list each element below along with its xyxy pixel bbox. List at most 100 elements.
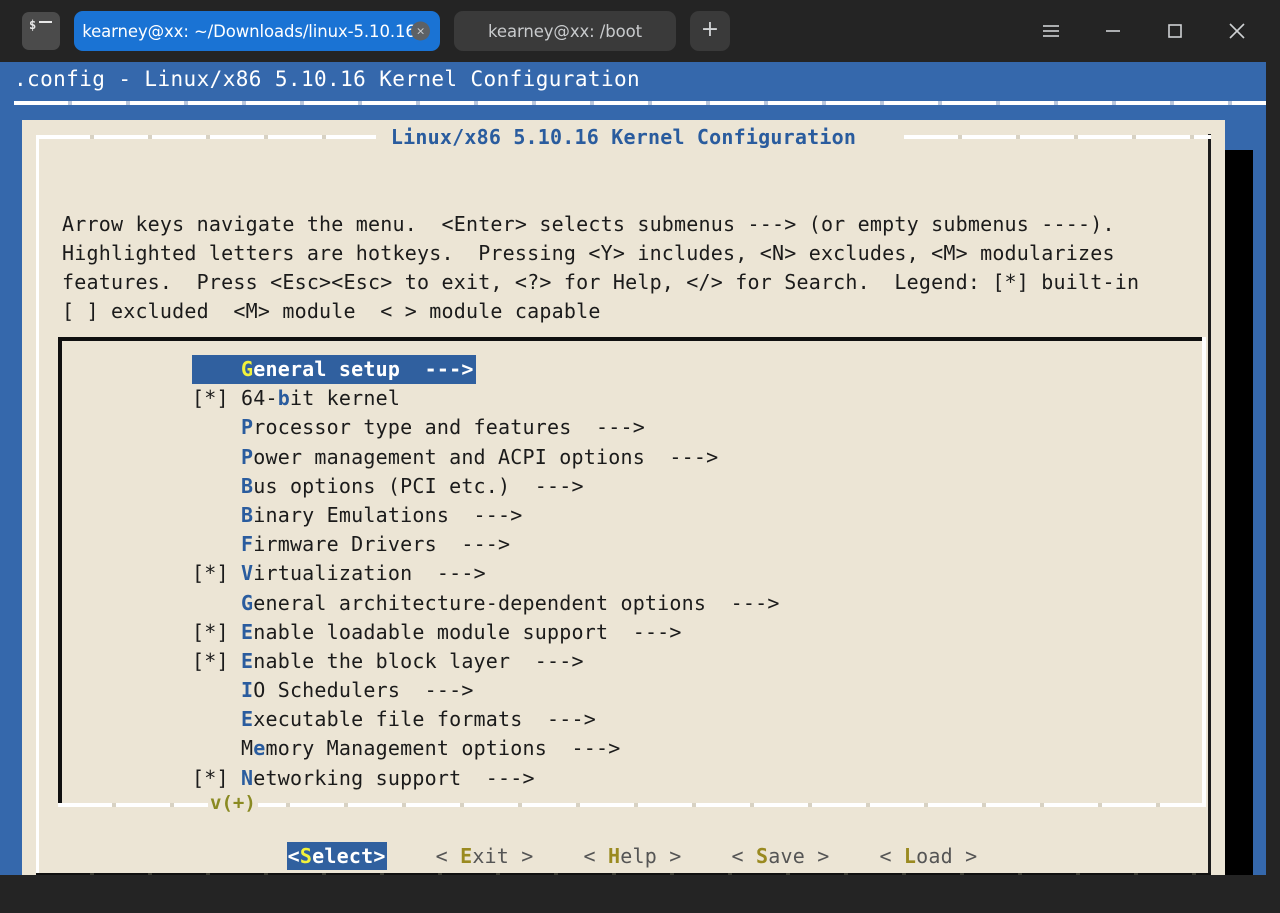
menu-item-hotkey: B — [240, 473, 254, 498]
menu-item[interactable]: [*] Networking support ---> — [192, 764, 780, 793]
submenu-arrow: ---> — [412, 561, 486, 586]
hamburger-menu-icon[interactable] — [1020, 9, 1082, 53]
cursor-glyph — [39, 21, 52, 23]
button-help[interactable]: < Help > — [583, 842, 683, 870]
submenu-arrow: ---> — [510, 648, 584, 673]
button-label: elp — [620, 844, 670, 868]
menu-item-hotkey: e — [253, 736, 266, 761]
button-label: oad — [916, 844, 966, 868]
button-hotkey: S — [755, 844, 769, 868]
menu-item-marker: [*] — [192, 386, 241, 411]
menu-item-label: irtualization — [253, 561, 413, 586]
submenu-arrow: ---> — [547, 736, 621, 761]
menu-item[interactable]: Memory Management options ---> — [192, 734, 780, 763]
menu-item-marker — [192, 415, 241, 439]
terminal-right-gutter — [1266, 62, 1280, 875]
button-hotkey: L — [903, 844, 917, 868]
close-icon[interactable]: × — [411, 21, 430, 41]
menu-item-marker — [192, 445, 241, 469]
menu-item[interactable]: Processor type and features ---> — [192, 413, 780, 442]
menu-item-marker — [192, 591, 241, 615]
menu-item[interactable]: IO Schedulers ---> — [192, 676, 780, 705]
menu-item[interactable]: [*] Virtualization ---> — [192, 559, 780, 588]
menu-item-label: inary Emulations — [253, 502, 450, 527]
menu-item[interactable]: [*] Enable the block layer ---> — [192, 647, 780, 676]
menu-item-label: xecutable file formats — [253, 707, 523, 732]
menu-item-hotkey: P — [240, 415, 254, 440]
button-open-bracket: < — [879, 844, 904, 868]
tab-title: kearney@xx: ~/Downloads/linux-5.10.16 — [82, 21, 416, 41]
window-bottom-strip — [0, 875, 1280, 913]
menu-item-label: ower management and ACPI options — [253, 444, 645, 469]
menu-item-marker: [*] — [192, 619, 241, 644]
button-open-bracket: < — [287, 844, 300, 868]
menu-item[interactable]: Executable file formats ---> — [192, 705, 780, 734]
tab-boot[interactable]: kearney@xx: /boot — [454, 11, 676, 51]
menuconfig-dialog: Linux/x86 5.10.16 Kernel Configuration A… — [22, 120, 1225, 875]
terminal-window: $ kearney@xx: ~/Downloads/linux-5.10.16 … — [0, 0, 1280, 913]
dialog-button-row: <Select> < Exit > < Help > < Save > < Load > — [22, 842, 1225, 870]
dollar-glyph: $ — [29, 18, 37, 32]
submenu-arrow: ---> — [461, 765, 535, 790]
submenu-arrow: ---> — [436, 532, 511, 557]
menu-items: General setup ---> [*] 64-bit kernel Proc… — [192, 355, 780, 793]
menu-item[interactable]: Binary Emulations ---> — [192, 501, 780, 530]
minimize-icon[interactable] — [1082, 9, 1144, 53]
button-close-bracket: > — [965, 844, 978, 868]
submenu-arrow: ---> — [449, 502, 523, 527]
button-label: elect — [312, 844, 374, 868]
terminal-screen: .config - Linux/x86 5.10.16 Kernel Confi… — [0, 62, 1280, 875]
menu-item[interactable]: General architecture-dependent options -… — [192, 589, 780, 618]
button-close-bracket: > — [373, 844, 386, 868]
menu-item-marker — [192, 474, 241, 498]
close-icon[interactable] — [1206, 9, 1268, 53]
menu-item-marker — [192, 357, 241, 381]
menuconfig-title-bar: .config - Linux/x86 5.10.16 Kernel Confi… — [14, 67, 641, 91]
title-separator-rule — [14, 101, 1267, 105]
button-close-bracket: > — [669, 844, 682, 868]
submenu-arrow: ---> — [400, 357, 474, 381]
menu-item[interactable]: Bus options (PCI etc.) ---> — [192, 472, 780, 501]
menu-item-marker: [*] — [192, 765, 241, 790]
submenu-arrow: ---> — [571, 415, 645, 440]
menu-item[interactable]: General setup ---> — [192, 355, 476, 385]
button-open-bracket: < — [435, 844, 461, 868]
button-hotkey: S — [299, 844, 313, 868]
menu-item[interactable]: Firmware Drivers ---> — [192, 530, 780, 559]
menu-item-hotkey: P — [240, 444, 254, 469]
menu-item[interactable]: Power management and ACPI options ---> — [192, 443, 780, 472]
menu-item-hotkey: G — [240, 590, 254, 615]
submenu-arrow: ---> — [400, 678, 474, 703]
menu-item-hotkey: V — [240, 561, 254, 586]
tab-downloads-linux[interactable]: kearney@xx: ~/Downloads/linux-5.10.16 × — [74, 11, 440, 51]
button-select[interactable]: <Select> — [286, 842, 387, 870]
submenu-arrow: ---> — [644, 444, 719, 469]
new-tab-button[interactable]: + — [690, 11, 730, 51]
submenu-arrow: ---> — [510, 473, 584, 498]
dialog-left-rule — [36, 135, 39, 875]
menu-item[interactable]: [*] 64-bit kernel — [192, 384, 780, 413]
menu-item-label: eneral architecture-dependent options — [253, 590, 707, 615]
terminal-prompt-icon: $ — [22, 12, 60, 50]
button-label: ave — [768, 844, 818, 868]
menu-item[interactable]: [*] Enable loadable module support ---> — [192, 618, 780, 647]
button-load[interactable]: < Load > — [878, 842, 978, 870]
button-exit[interactable]: < Exit > — [435, 842, 535, 870]
menu-item-label: rocessor type and features — [253, 415, 572, 440]
menu-item-hotkey: G — [240, 357, 254, 381]
window-controls — [1020, 9, 1268, 53]
button-save[interactable]: < Save > — [730, 842, 830, 870]
submenu-arrow: ---> — [706, 590, 780, 615]
menu-item-marker — [192, 532, 241, 556]
button-close-bracket: > — [817, 844, 830, 868]
menu-item-marker — [192, 707, 241, 731]
submenu-arrow: ---> — [608, 619, 682, 644]
listbox-right-rule — [1202, 337, 1206, 807]
button-hotkey: H — [608, 844, 621, 868]
menu-list-box[interactable]: General setup ---> [*] 64-bit kernel Proc… — [58, 337, 1206, 805]
menu-item-label: it kernel — [289, 386, 401, 411]
maximize-icon[interactable] — [1144, 9, 1206, 53]
tab-title: kearney@xx: /boot — [488, 21, 642, 41]
menu-item-marker — [192, 678, 241, 702]
menu-item-hotkey: N — [240, 765, 254, 790]
